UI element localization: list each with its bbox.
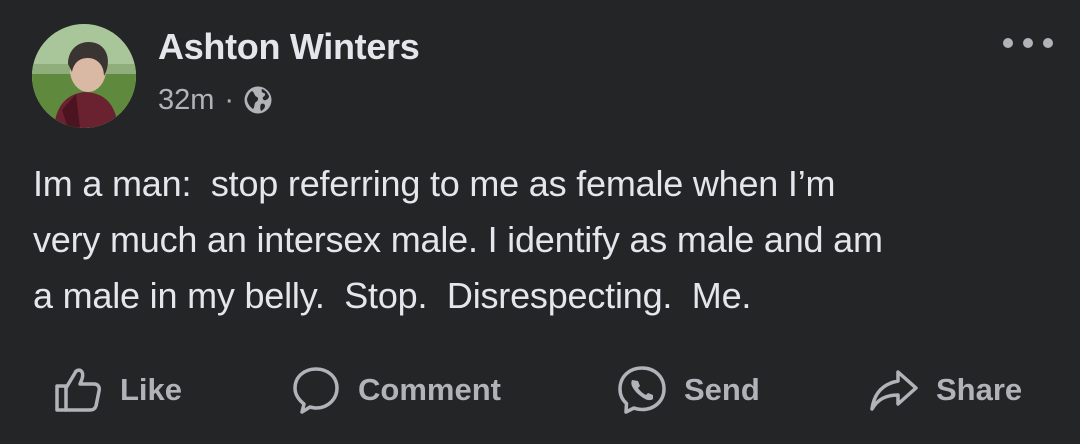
- share-icon: [870, 370, 918, 411]
- send-label: Send: [684, 372, 760, 407]
- post-meta: 32m ·: [158, 82, 273, 118]
- more-options-icon: [1003, 38, 1053, 48]
- more-options-button[interactable]: [998, 28, 1058, 58]
- avatar-photo: [32, 24, 136, 128]
- action-bar: Like Comment Send Share: [0, 356, 1080, 424]
- comment-icon: [293, 367, 339, 414]
- share-button[interactable]: Share: [868, 356, 1022, 424]
- messenger-icon: [618, 366, 666, 414]
- post-timestamp[interactable]: 32m: [158, 84, 214, 117]
- author-name[interactable]: Ashton Winters: [158, 26, 420, 68]
- globe-icon: [243, 85, 273, 115]
- like-button[interactable]: Like: [52, 356, 182, 424]
- send-button[interactable]: Send: [616, 356, 760, 424]
- avatar[interactable]: [32, 24, 136, 128]
- post-card: Ashton Winters 32m · Im a man: stop refe…: [0, 0, 1080, 444]
- share-label: Share: [936, 372, 1023, 407]
- comment-button[interactable]: Comment: [290, 356, 501, 424]
- post-text: Im a man: stop referring to me as female…: [33, 163, 883, 316]
- like-label: Like: [120, 372, 183, 407]
- meta-separator: ·: [224, 83, 235, 116]
- thumbs-up-icon: [55, 368, 101, 412]
- comment-label: Comment: [358, 372, 501, 407]
